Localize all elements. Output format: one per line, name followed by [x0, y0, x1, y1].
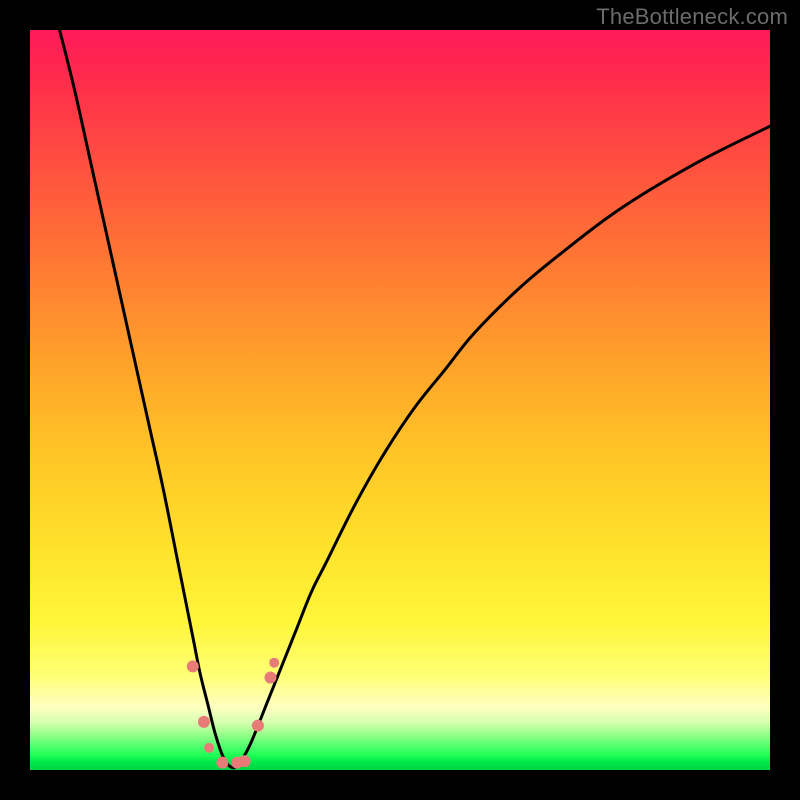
curve-layer — [30, 30, 770, 770]
curve-marker-dot — [252, 720, 264, 732]
chart-frame: TheBottleneck.com — [0, 0, 800, 800]
plot-area — [30, 30, 770, 770]
curve-marker-dot — [239, 755, 251, 767]
curve-marker-dot — [187, 660, 199, 672]
curve-marker-dot — [204, 743, 214, 753]
watermark-text: TheBottleneck.com — [596, 4, 788, 30]
curve-marker-dot — [265, 672, 277, 684]
curve-marker-dot — [216, 757, 228, 769]
curve-marker-dot — [269, 658, 279, 668]
bottleneck-curve — [60, 30, 770, 768]
curve-marker-dot — [198, 716, 210, 728]
